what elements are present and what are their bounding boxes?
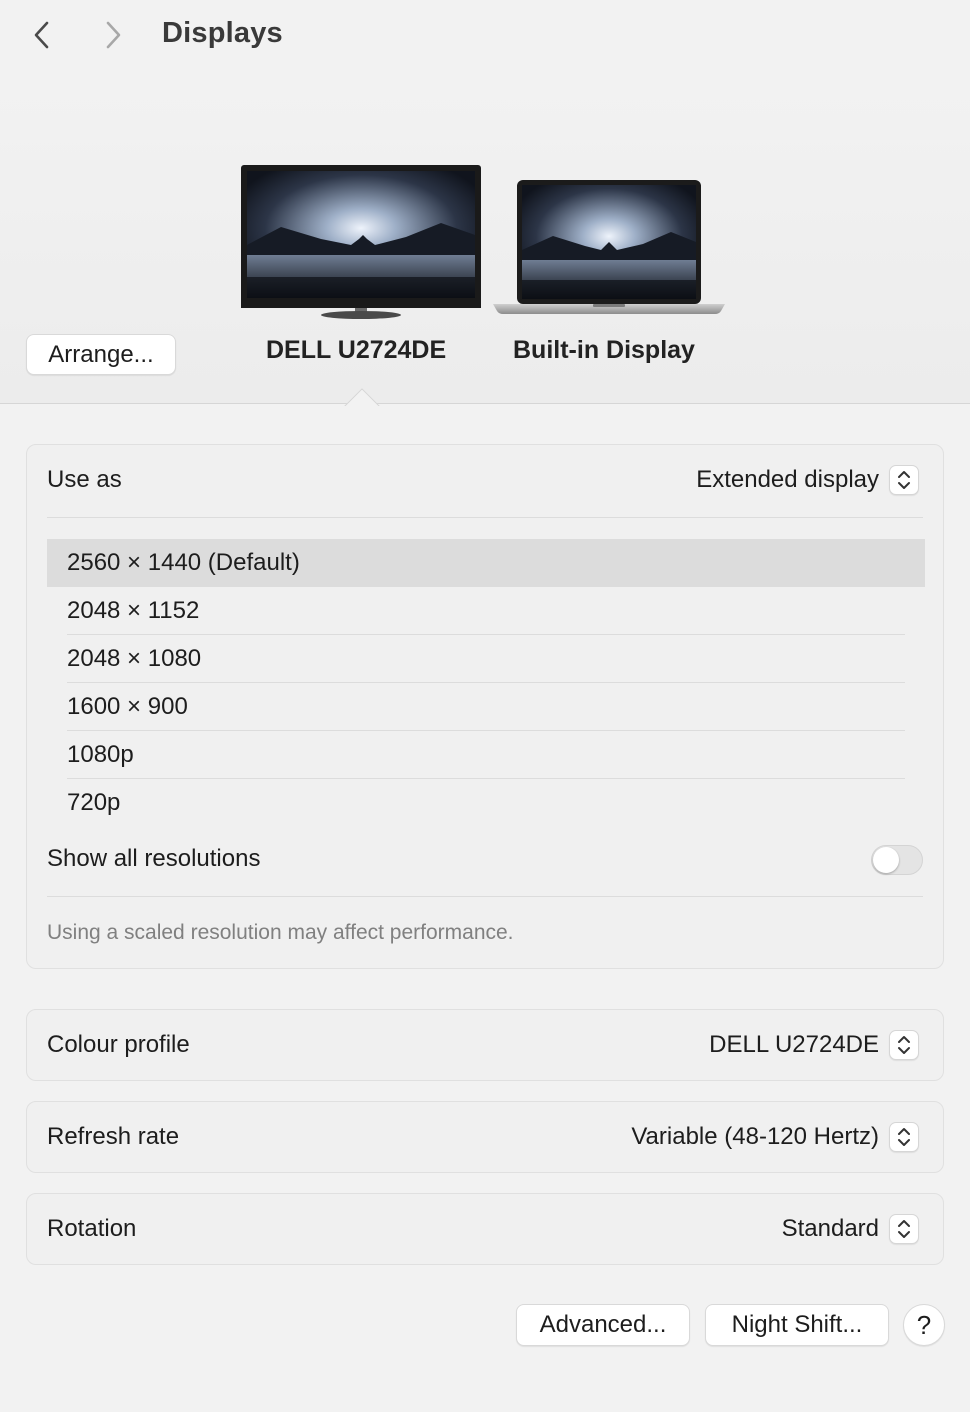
display-label-builtin[interactable]: Built-in Display bbox=[513, 336, 695, 365]
arrange-button[interactable]: Arrange... bbox=[26, 334, 176, 375]
chevron-right-icon bbox=[106, 21, 121, 49]
chevron-left-icon bbox=[34, 21, 49, 49]
resolution-option[interactable]: 1080p bbox=[47, 731, 925, 779]
colour-profile-popup[interactable]: DELL U2724DE bbox=[709, 1030, 919, 1060]
builtin-display-thumbnail[interactable] bbox=[493, 180, 725, 320]
rotation-popup[interactable]: Standard bbox=[782, 1214, 919, 1244]
resolution-option[interactable]: 2048 × 1152 bbox=[47, 587, 925, 635]
resolution-label: 2560 × 1440 (Default) bbox=[67, 549, 300, 576]
resolution-option[interactable]: 1600 × 900 bbox=[47, 683, 925, 731]
divider bbox=[47, 517, 923, 518]
page-title: Displays bbox=[162, 17, 283, 49]
resolution-option[interactable]: 720p bbox=[47, 779, 925, 827]
colour-profile-group: Colour profile DELL U2724DE bbox=[26, 1009, 944, 1081]
display-label-dell[interactable]: DELL U2724DE bbox=[266, 336, 446, 365]
display-settings-group: Use as Extended display 2560 × 1440 (Def… bbox=[26, 444, 944, 969]
colour-profile-label: Colour profile bbox=[47, 1031, 190, 1058]
performance-note: Using a scaled resolution may affect per… bbox=[47, 921, 514, 944]
rotation-value: Standard bbox=[781, 1215, 879, 1242]
refresh-rate-popup[interactable]: Variable (48-120 Hertz) bbox=[631, 1122, 919, 1152]
refresh-rate-label: Refresh rate bbox=[47, 1123, 180, 1150]
up-down-chevron-icon bbox=[889, 1122, 919, 1152]
monitor-image bbox=[241, 165, 481, 319]
external-monitor-thumbnail[interactable] bbox=[241, 165, 481, 320]
advanced-button[interactable]: Advanced... bbox=[516, 1304, 690, 1346]
refresh-rate-group: Refresh rate Variable (48-120 Hertz) bbox=[26, 1101, 944, 1173]
use-as-value: Extended display bbox=[696, 466, 879, 493]
night-shift-button[interactable]: Night Shift... bbox=[705, 1304, 889, 1346]
resolution-label: 2048 × 1152 bbox=[67, 597, 200, 624]
laptop-image bbox=[493, 180, 725, 314]
rotation-label: Rotation bbox=[47, 1215, 137, 1242]
refresh-rate-value: Variable (48-120 Hertz) bbox=[631, 1123, 879, 1150]
up-down-chevron-icon bbox=[889, 465, 919, 495]
rotation-group: Rotation Standard bbox=[26, 1193, 944, 1265]
use-as-label: Use as bbox=[47, 466, 122, 493]
forward-button[interactable] bbox=[96, 18, 130, 52]
use-as-popup[interactable]: Extended display bbox=[696, 465, 919, 495]
show-all-resolutions-toggle[interactable] bbox=[871, 845, 923, 875]
resolution-label: 720p bbox=[67, 789, 121, 816]
selected-display-pointer bbox=[342, 386, 380, 406]
divider bbox=[47, 896, 923, 897]
toolbar: Displays bbox=[0, 0, 970, 72]
up-down-chevron-icon bbox=[889, 1030, 919, 1060]
resolution-label: 1600 × 900 bbox=[67, 693, 188, 720]
colour-profile-value: DELL U2724DE bbox=[709, 1031, 879, 1058]
toggle-knob bbox=[873, 847, 899, 873]
back-button[interactable] bbox=[25, 18, 59, 52]
up-down-chevron-icon bbox=[889, 1214, 919, 1244]
resolution-label: 1080p bbox=[67, 741, 134, 768]
resolution-option[interactable]: 2048 × 1080 bbox=[47, 635, 925, 683]
help-button[interactable]: ? bbox=[903, 1304, 945, 1346]
resolution-label: 2048 × 1080 bbox=[67, 645, 202, 672]
resolution-option[interactable]: 2560 × 1440 (Default) bbox=[47, 539, 925, 587]
show-all-resolutions-label: Show all resolutions bbox=[47, 845, 261, 872]
